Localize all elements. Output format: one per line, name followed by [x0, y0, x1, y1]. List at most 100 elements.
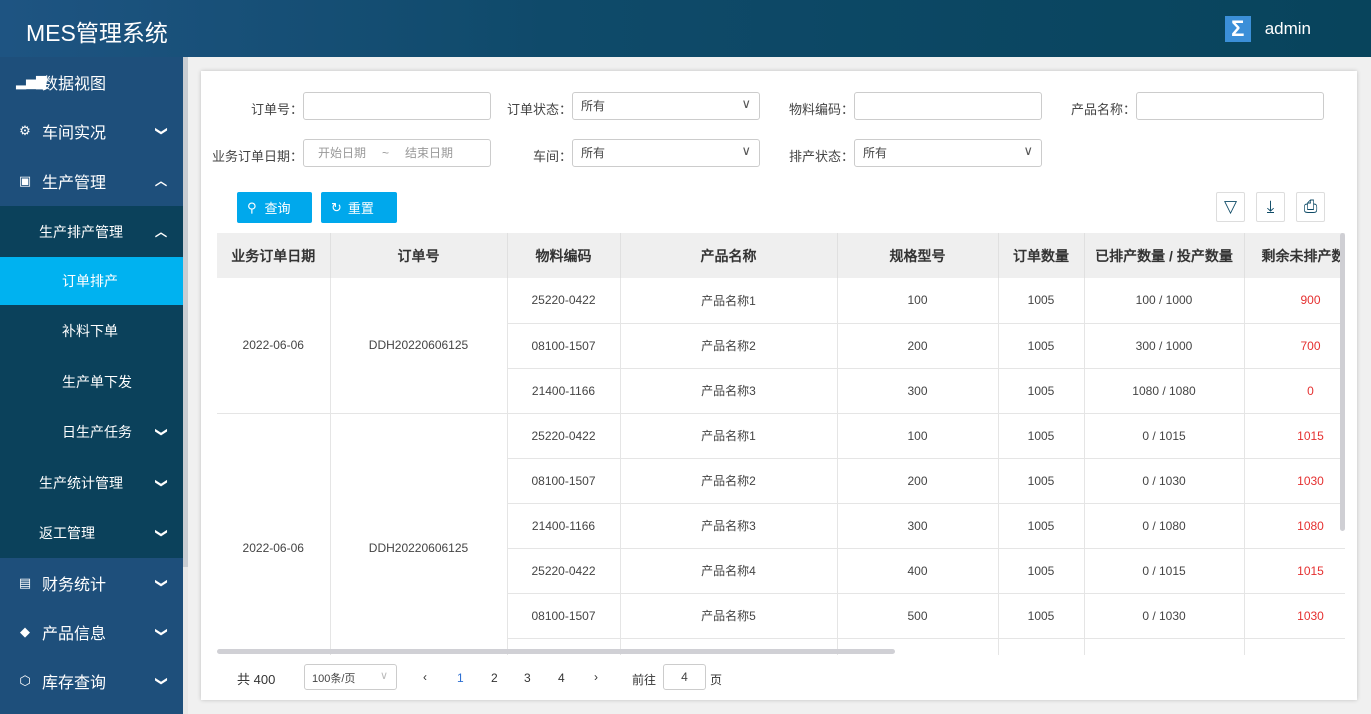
sidebar-item-daily-task[interactable]: 日生产任务 ❯	[0, 407, 183, 457]
table-cell: 0 / 1015	[1084, 548, 1245, 594]
page-3[interactable]: 3	[524, 671, 531, 685]
print-icon: ⎙	[1303, 197, 1318, 216]
start-date[interactable]: 开始日期	[318, 146, 366, 160]
table-cell: 产品名称2	[620, 458, 838, 504]
table-cell: 1080 / 1080	[1084, 368, 1245, 414]
goto-page-input[interactable]: 4	[663, 664, 706, 690]
table-cell: 1080	[1244, 503, 1345, 549]
table-cell: 1030	[1244, 593, 1345, 639]
main-card: 订单号： 订单状态： 所有 ∨ 物料编码： 产品名称： 业务订单日期： 开始日期 ~…	[201, 71, 1357, 700]
chevron-down-icon: ∨	[379, 670, 388, 682]
sidebar-item-order-scheduling[interactable]: 订单排产	[0, 257, 183, 305]
sidebar-item-production[interactable]: ▣ 生产管理 ︿	[0, 155, 183, 206]
table-cell: 25220-0422	[507, 413, 621, 459]
reset-button[interactable]: ↻ 重置	[321, 192, 397, 223]
chevron-down-icon: ❯	[154, 477, 169, 488]
order-no-input[interactable]	[303, 92, 491, 120]
table-cell: 产品名称4	[620, 548, 838, 594]
goto-suffix: 页	[710, 673, 723, 687]
label: 生产单下发	[62, 373, 132, 390]
user-menu[interactable]: Σadmin	[1224, 16, 1311, 42]
order-date-range[interactable]: 开始日期 ~ 结束日期	[303, 139, 491, 167]
table-cell	[998, 638, 1085, 655]
app-title: MES管理系统	[26, 20, 168, 46]
value: 所有	[581, 146, 606, 160]
robot-arm-icon: ⚙	[19, 122, 31, 138]
table-cell	[1084, 638, 1245, 655]
separator: ~	[382, 146, 390, 160]
sidebar-item-product[interactable]: ◆ 产品信息 ❯	[0, 607, 183, 656]
sidebar-item-issue-order[interactable]: 生产单下发	[0, 356, 183, 407]
chevron-up-icon: ︿	[154, 225, 167, 239]
order-status-select[interactable]: 所有 ∨	[572, 92, 760, 120]
chevron-down-icon: ∨	[741, 143, 751, 158]
table-cell: 1005	[998, 413, 1085, 459]
filter-button[interactable]: ▽	[1216, 192, 1245, 222]
sidebar-item-finance[interactable]: ▤ 财务统计 ❯	[0, 558, 183, 607]
sidebar-item-scheduling[interactable]: 生产排产管理 ︿	[0, 206, 183, 257]
column-header: 订单号	[330, 233, 508, 278]
download-button[interactable]: ⤓	[1256, 192, 1285, 222]
page-1[interactable]: 1	[457, 671, 464, 685]
table-cell: 0 / 1015	[1084, 413, 1245, 459]
label: 日生产任务	[62, 424, 132, 440]
table-cell: 产品名称1	[620, 278, 838, 324]
table-cell: 1005	[998, 548, 1085, 594]
column-header: 剩余未排产数量	[1244, 233, 1345, 278]
table-cell: 100 / 1000	[1084, 278, 1245, 324]
table-cell	[1244, 638, 1345, 655]
table-cell: 25220-0422	[507, 278, 621, 324]
value: 100条/页	[312, 673, 356, 685]
label: 返工管理	[39, 525, 95, 541]
label: 车间实况	[42, 124, 107, 142]
chevron-up-icon: ︿	[154, 174, 167, 188]
product-name-input[interactable]	[1136, 92, 1324, 120]
print-button[interactable]: ⎙	[1296, 192, 1325, 222]
label: 库存查询	[42, 674, 107, 692]
sidebar: ▂▅▇ 数据视图 ⚙ 车间实况 ❯ ▣ 生产管理 ︿ 生产排产管理 ︿ 订单排产 补料下单 …	[0, 57, 183, 714]
sidebar-item-inventory[interactable]: ⬡ 库存查询 ❯	[0, 656, 183, 705]
table-cell: 100	[837, 413, 999, 459]
table-cell: 0 / 1030	[1084, 458, 1245, 504]
download-icon: ⤓	[1266, 197, 1275, 216]
page-4[interactable]: 4	[558, 671, 565, 685]
chevron-down-icon: ❯	[154, 125, 169, 136]
vertical-scrollbar[interactable]	[1340, 233, 1345, 531]
sidebar-item-workshop-live[interactable]: ⚙ 车间实况 ❯	[0, 106, 183, 155]
workshop-select[interactable]: 所有 ∨	[572, 139, 760, 167]
sidebar-item-replenish[interactable]: 补料下单	[0, 305, 183, 356]
table-cell: 1005	[998, 278, 1085, 324]
order-date-cell: 2022-06-06	[217, 278, 331, 414]
table-cell: 400	[837, 548, 999, 594]
table-cell: 产品名称3	[620, 368, 838, 414]
table-cell: 08100-1507	[507, 593, 621, 639]
label: 重置	[347, 201, 374, 216]
column-header: 订单数量	[998, 233, 1085, 278]
next-page-icon[interactable]: ›	[594, 670, 598, 684]
sidebar-item-rework[interactable]: 返工管理 ❯	[0, 508, 183, 558]
table-cell: 500	[837, 593, 999, 639]
schedule-status-select[interactable]: 所有 ∨	[854, 139, 1042, 167]
query-button[interactable]: ⚲ 查询	[237, 192, 312, 223]
table-cell: 100	[837, 278, 999, 324]
filter-icon: ▽	[1223, 197, 1238, 216]
label: 数据视图	[42, 75, 107, 93]
table-cell: 1005	[998, 593, 1085, 639]
value: 所有	[863, 146, 888, 160]
horizontal-scrollbar[interactable]	[217, 649, 895, 654]
table-cell: 产品名称2	[620, 323, 838, 369]
material-code-input[interactable]	[854, 92, 1042, 120]
cube-icon: ◆	[20, 623, 30, 639]
table-cell: 1015	[1244, 548, 1345, 594]
sidebar-scrollbar[interactable]	[183, 57, 188, 567]
end-date[interactable]: 结束日期	[405, 146, 453, 160]
page-2[interactable]: 2	[491, 671, 498, 685]
prev-page-icon[interactable]: ‹	[423, 670, 427, 684]
sidebar-item-data-view[interactable]: ▂▅▇ 数据视图	[0, 57, 183, 106]
table-cell: 0 / 1030	[1084, 593, 1245, 639]
label: 生产管理	[42, 174, 107, 192]
page-size-select[interactable]: 100条/页 ∨	[304, 664, 397, 690]
table-cell: 产品名称5	[620, 593, 838, 639]
sidebar-item-statistics[interactable]: 生产统计管理 ❯	[0, 457, 183, 508]
total-count: 共 400	[237, 672, 276, 687]
